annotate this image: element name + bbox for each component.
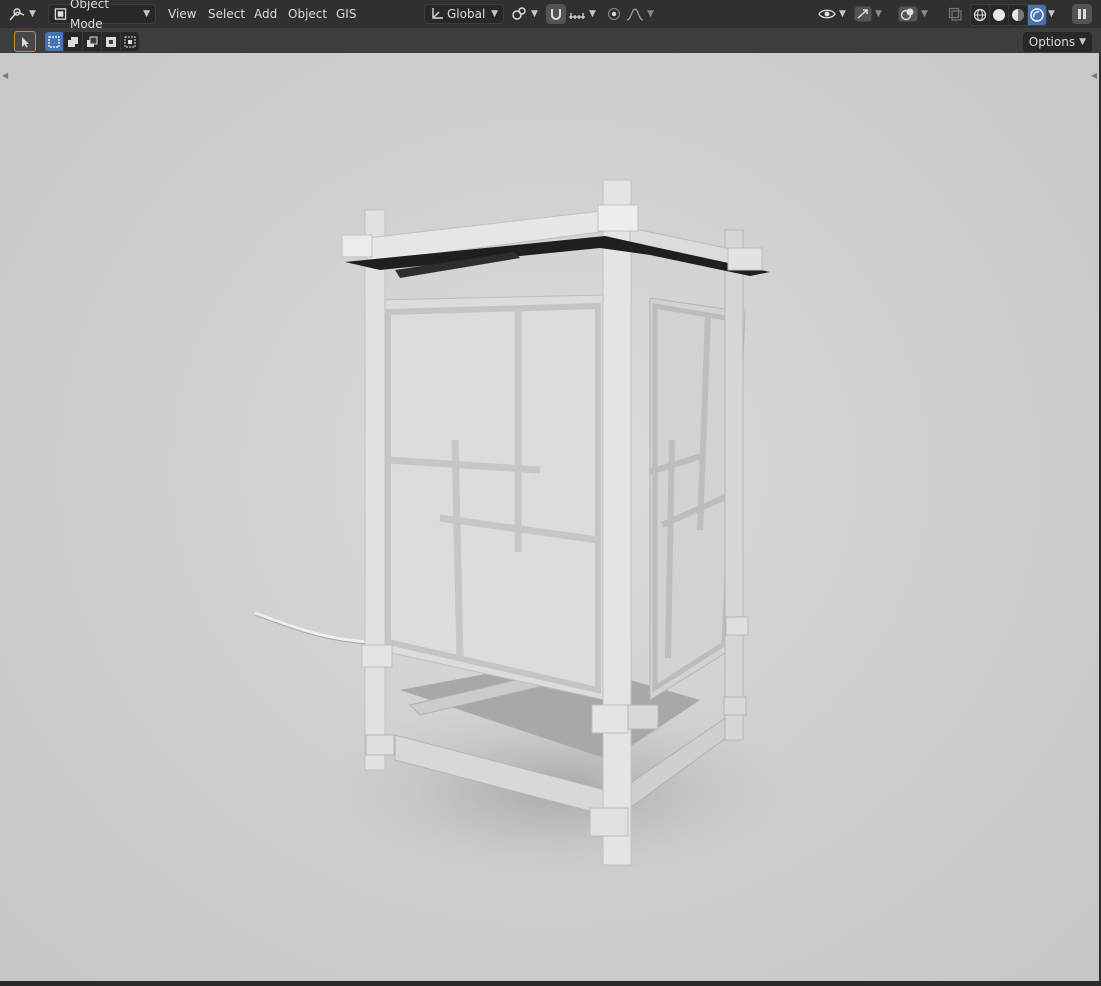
chevron-down-icon: ▼ bbox=[491, 9, 498, 19]
joint-block bbox=[597, 204, 639, 232]
material-icon bbox=[1012, 9, 1024, 21]
transform-pivot-icon bbox=[512, 7, 526, 20]
editor-type-button[interactable]: ▼ bbox=[8, 4, 36, 24]
menu-object[interactable]: Object bbox=[286, 4, 329, 24]
pause-icon bbox=[1078, 9, 1086, 19]
joint-block bbox=[365, 734, 395, 756]
viewport-editor-icon bbox=[9, 8, 25, 21]
post-back-right bbox=[724, 229, 744, 741]
joint-block bbox=[725, 616, 749, 636]
xray-icon bbox=[948, 7, 962, 21]
eye-icon bbox=[818, 9, 836, 19]
select-extend-icon bbox=[68, 36, 78, 47]
shading-material-button[interactable] bbox=[1009, 5, 1028, 25]
gizmo-toggle[interactable]: ▼ bbox=[854, 4, 882, 24]
chevron-down-icon: ▼ bbox=[875, 9, 882, 19]
joint-block bbox=[361, 644, 393, 668]
selection-mode-group bbox=[44, 31, 140, 52]
overlays-toggle[interactable]: ▼ bbox=[898, 4, 928, 24]
joint-block bbox=[727, 247, 763, 271]
shading-mode-group bbox=[970, 4, 1047, 26]
options-label: Options bbox=[1028, 35, 1076, 49]
select-subtract-button[interactable] bbox=[83, 32, 102, 51]
chevron-down-icon: ▼ bbox=[143, 9, 150, 19]
falloff-curve-icon bbox=[626, 8, 644, 21]
joint-block bbox=[341, 234, 373, 258]
object-mode-icon bbox=[54, 8, 67, 20]
select-intersect-icon bbox=[124, 36, 136, 47]
chevron-down-icon: ▼ bbox=[589, 9, 596, 19]
joint-block bbox=[589, 807, 629, 837]
chevron-down-icon: ▼ bbox=[1079, 37, 1086, 47]
chevron-down-icon: ▼ bbox=[531, 9, 538, 19]
post-front-right bbox=[602, 179, 632, 866]
select-invert-icon bbox=[106, 36, 116, 47]
menu-add[interactable]: Add bbox=[252, 4, 279, 24]
rendered-lantern bbox=[254, 179, 800, 880]
gizmo-icon bbox=[854, 6, 872, 22]
overlay-icon bbox=[898, 6, 918, 22]
pause-render-button[interactable] bbox=[1072, 4, 1092, 24]
proportional-edit-icon bbox=[608, 8, 620, 20]
chevron-down-icon: ▼ bbox=[647, 9, 654, 19]
pivot-point-button[interactable]: ▼ bbox=[510, 4, 538, 24]
joint-block bbox=[627, 704, 659, 730]
solid-icon bbox=[993, 9, 1005, 21]
3d-viewport[interactable]: ◀ ◀ bbox=[0, 53, 1101, 981]
xray-toggle[interactable] bbox=[946, 4, 964, 24]
snap-toggle[interactable] bbox=[546, 4, 566, 24]
select-intersect-button[interactable] bbox=[121, 32, 139, 51]
active-tool-button[interactable] bbox=[14, 31, 36, 52]
menu-select[interactable]: Select bbox=[206, 4, 247, 24]
magnet-icon bbox=[551, 9, 561, 20]
shading-rendered-button[interactable] bbox=[1028, 5, 1046, 25]
chevron-down-icon: ▼ bbox=[839, 9, 846, 19]
select-extend-button[interactable] bbox=[64, 32, 83, 51]
mode-dropdown[interactable]: Object Mode ▼ bbox=[48, 0, 156, 31]
shading-solid-button[interactable] bbox=[990, 5, 1009, 25]
front-panel bbox=[377, 294, 606, 701]
chevron-down-icon: ▼ bbox=[29, 9, 36, 19]
viewport-header: ▼ Object Mode ▼ View Select Add Object G… bbox=[0, 0, 1101, 31]
select-new-icon bbox=[48, 35, 60, 48]
post-front-left bbox=[364, 209, 386, 771]
orientation-label: Global bbox=[447, 7, 486, 21]
snap-target-dropdown[interactable]: ▼ bbox=[568, 4, 596, 24]
orientation-dropdown[interactable]: Global ▼ bbox=[424, 4, 504, 24]
power-cable bbox=[254, 611, 371, 644]
shading-options-dropdown[interactable]: ▼ bbox=[1048, 4, 1055, 24]
select-invert-button[interactable] bbox=[102, 32, 121, 51]
snap-increment-icon bbox=[569, 13, 585, 19]
select-subtract-icon bbox=[87, 36, 98, 47]
visibility-dropdown[interactable]: ▼ bbox=[818, 4, 846, 24]
proportional-edit-toggle[interactable] bbox=[604, 4, 624, 24]
joint-block bbox=[591, 704, 629, 734]
menu-gis[interactable]: GIS bbox=[334, 4, 358, 24]
chevron-down-icon: ▼ bbox=[921, 9, 928, 19]
transform-orientation-icon bbox=[432, 8, 443, 19]
falloff-dropdown[interactable]: ▼ bbox=[626, 4, 654, 24]
rendered-icon bbox=[1030, 8, 1044, 22]
tool-header: Options ▼ bbox=[0, 28, 1101, 53]
select-cursor-icon bbox=[22, 36, 29, 47]
wireframe-icon bbox=[973, 8, 987, 22]
options-dropdown[interactable]: Options ▼ bbox=[1021, 31, 1093, 53]
joint-block bbox=[723, 696, 747, 716]
select-new-button[interactable] bbox=[45, 32, 64, 51]
chevron-down-icon: ▼ bbox=[1048, 9, 1055, 19]
shading-wireframe-button[interactable] bbox=[971, 5, 990, 25]
status-bar bbox=[0, 981, 1101, 986]
menu-view[interactable]: View bbox=[166, 4, 198, 24]
